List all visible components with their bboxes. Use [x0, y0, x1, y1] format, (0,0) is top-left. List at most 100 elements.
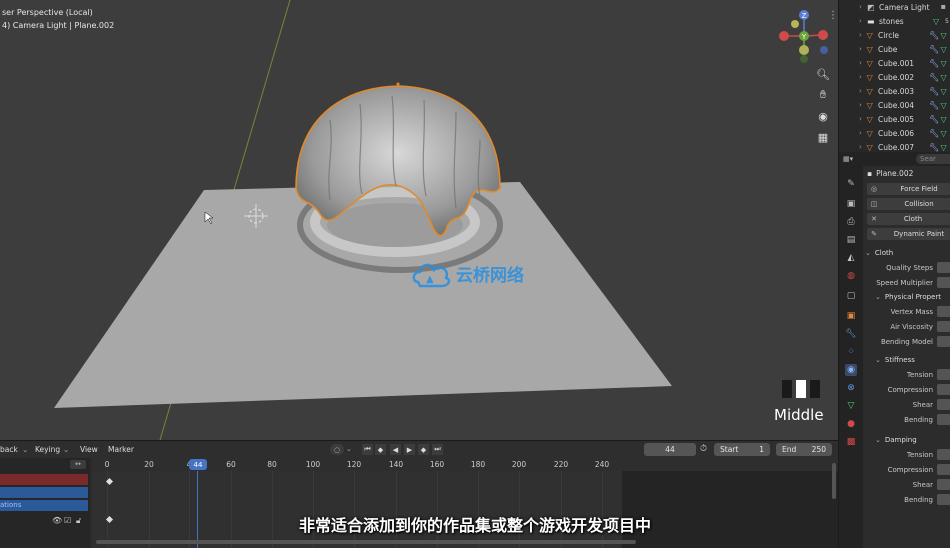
outliner-item[interactable]: › ▽ Cube.001 🔧︎ ▽ — [839, 56, 950, 70]
vertical-scrollbar[interactable] — [832, 463, 836, 499]
outliner-item[interactable]: › ▬ stones ▽ 5 — [839, 14, 950, 28]
dopesheet-area[interactable] — [92, 471, 838, 548]
outliner-item[interactable]: › ▽ Cube.006 🔧︎ ▽ — [839, 126, 950, 140]
physical-section-header[interactable]: ⌄ Physical Propert — [865, 290, 950, 304]
jump-end-icon[interactable]: ⏭︎ — [432, 444, 443, 455]
chevron-right-icon[interactable]: › — [859, 73, 867, 81]
current-frame-field[interactable]: 44 — [644, 443, 696, 456]
chevron-right-icon[interactable]: › — [859, 87, 867, 95]
modifier-tab-icon[interactable]: 🔧︎ — [845, 328, 857, 340]
property-value-field[interactable] — [937, 399, 950, 410]
view-layer-tab-icon[interactable]: ▤ — [845, 234, 857, 246]
chevron-right-icon[interactable]: › — [859, 31, 867, 39]
stopwatch-icon[interactable]: ⏱︎ — [700, 444, 707, 454]
property-value-field[interactable] — [937, 464, 950, 475]
property-value-field[interactable] — [937, 336, 950, 347]
cloth-section-header[interactable]: ⌄ Cloth — [865, 246, 950, 260]
outliner-item[interactable]: › ▽ Cube.004 🔧︎ ▽ — [839, 98, 950, 112]
navigation-gizmo[interactable]: Z Y — [776, 6, 836, 66]
3d-viewport[interactable]: ser Perspective (Local) 4) Camera Light … — [0, 0, 838, 440]
jump-keyframe-back-icon[interactable]: ◆ — [375, 444, 386, 455]
damping-section-header[interactable]: ⌄ Damping — [865, 433, 950, 447]
chevron-right-icon[interactable]: › — [859, 59, 867, 67]
grid-line — [602, 471, 603, 548]
playback-menu[interactable]: back — [0, 445, 18, 454]
start-frame-field[interactable]: Start 1 — [714, 443, 770, 456]
property-value-field[interactable] — [937, 277, 950, 288]
outliner-item[interactable]: › ▽ Circle 🔧︎ ▽ — [839, 28, 950, 42]
view-menu[interactable]: View — [80, 445, 98, 454]
tool-tab-icon[interactable]: ✎ — [845, 178, 857, 190]
property-value-field[interactable] — [937, 494, 950, 505]
dynamic-paint-button[interactable]: ✎ Dynamic Paint — [867, 228, 950, 240]
search-input[interactable]: Sear — [916, 154, 950, 164]
property-value-field[interactable] — [937, 369, 950, 380]
force-field-button[interactable]: ◎ Force Field — [867, 183, 950, 195]
particles-tab-icon[interactable]: ⁘ — [845, 346, 857, 358]
play-reverse-icon[interactable]: ◀ — [390, 444, 401, 455]
outliner-item[interactable]: › ▽ Cube.003 🔧︎ ▽ — [839, 84, 950, 98]
property-value-field[interactable] — [937, 306, 950, 317]
close-icon[interactable]: ✕ — [867, 215, 881, 223]
end-frame-field[interactable]: End 250 — [776, 443, 832, 456]
collision-button[interactable]: ◫ Collision — [867, 198, 950, 210]
property-value-field[interactable] — [937, 414, 950, 425]
property-value-field[interactable] — [937, 479, 950, 490]
editor-type-icon[interactable]: ▦▾ — [843, 155, 853, 163]
outliner-item[interactable]: › ▽ Cube.007 🔧︎ ▽ — [839, 140, 950, 152]
outliner-item-label: Camera Light — [879, 2, 930, 12]
play-icon[interactable]: ▶ — [404, 444, 415, 455]
chevron-right-icon[interactable]: › — [859, 129, 867, 137]
object-label: 4) Camera Light | Plane.002 — [2, 21, 115, 30]
property-value-field[interactable] — [937, 321, 950, 332]
chevron-right-icon[interactable]: › — [859, 17, 867, 25]
viewport-options-icon[interactable]: ⋮ — [828, 10, 838, 21]
chevron-right-icon[interactable]: › — [859, 3, 867, 11]
chevron-right-icon[interactable]: › — [859, 45, 867, 53]
outliner[interactable]: › ◩ Camera Light › ▬ stones ▽ 5 › ▽ Circle 🔧︎ ▽ › ▽ Cub… — [838, 0, 950, 152]
chevron-right-icon[interactable]: › — [859, 101, 867, 109]
property-value-field[interactable] — [937, 449, 950, 460]
pan-hand-icon[interactable]: ✋︎ — [813, 85, 833, 105]
property-label: Compression — [887, 385, 933, 394]
current-frame-indicator[interactable]: 44 — [189, 459, 207, 470]
jump-keyframe-forward-icon[interactable]: ◆ — [418, 444, 429, 455]
outliner-item[interactable]: › ▽ Cube.005 🔧︎ ▽ — [839, 112, 950, 126]
property-value-field[interactable] — [937, 262, 950, 273]
camera-view-icon[interactable]: ◉ — [813, 106, 833, 126]
zoom-icon[interactable]: 🔍︎ — [813, 64, 833, 84]
outliner-item[interactable]: › ▽ Cube.002 🔧︎ ▽ — [839, 70, 950, 84]
scene-tab-icon[interactable]: ◭ — [845, 252, 857, 264]
object-tab-icon[interactable]: ▣ — [845, 310, 857, 322]
grid-view-icon[interactable]: ▦ — [813, 127, 833, 147]
render-tab-icon[interactable]: ▣ — [845, 198, 857, 210]
channel-row-red[interactable] — [0, 474, 88, 485]
frame-ruler[interactable]: 02046080100120140160180200220240 44 — [92, 458, 838, 471]
world-tab-icon[interactable]: ◍ — [845, 270, 857, 282]
horizontal-scrollbar[interactable] — [96, 540, 636, 544]
chevron-right-icon[interactable]: › — [859, 143, 867, 151]
channel-row-blue[interactable] — [0, 487, 88, 498]
jump-start-icon[interactable]: ⏮︎ — [362, 444, 373, 455]
collection-tab-icon[interactable]: ▢ — [845, 290, 857, 302]
texture-tab-icon[interactable]: ▩ — [845, 436, 857, 448]
outliner-item[interactable]: › ◩ Camera Light — [839, 0, 950, 14]
constraints-tab-icon[interactable]: ⊗ — [845, 382, 857, 394]
data-tab-icon[interactable]: ▽ — [845, 400, 857, 412]
swap-icon[interactable]: ↔ — [70, 460, 86, 469]
outliner-scroll-icon[interactable]: ▪ — [941, 2, 946, 11]
channel-row-animations[interactable]: ations — [0, 500, 88, 511]
material-tab-icon[interactable]: ● — [845, 418, 857, 430]
outliner-item[interactable]: › ▽ Cube 🔧︎ ▽ — [839, 42, 950, 56]
properties-panel[interactable]: ▦▾ Sear ✎ ▣ ⎙ ▤ ◭ ◍ ▢ ▣ 🔧︎ ⁘ ◉ ⊗ ▽ ● ▩ ▪… — [838, 152, 950, 548]
stiffness-section-header[interactable]: ⌄ Stiffness — [865, 353, 950, 367]
property-value-field[interactable] — [937, 384, 950, 395]
marker-menu[interactable]: Marker — [108, 445, 134, 454]
physics-tab-icon[interactable]: ◉ — [845, 364, 857, 376]
keying-menu[interactable]: Keying — [35, 445, 60, 454]
grid-line — [189, 471, 190, 548]
output-tab-icon[interactable]: ⎙ — [845, 216, 857, 228]
chevron-right-icon[interactable]: › — [859, 115, 867, 123]
auto-key-icon[interactable]: ○ — [330, 444, 344, 455]
cloth-button[interactable]: ✕ Cloth — [867, 213, 950, 225]
